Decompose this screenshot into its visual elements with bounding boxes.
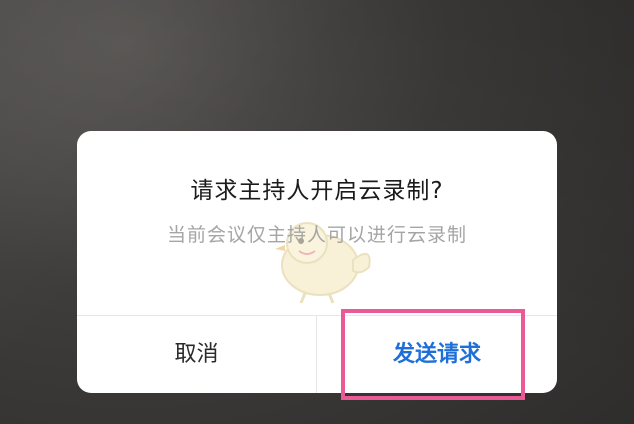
dialog-message: 当前会议仅主持人可以进行云录制 — [166, 224, 467, 246]
dialog-title: 请求主持人开启云录制? — [190, 178, 444, 204]
cancel-button[interactable]: 取消 — [77, 316, 316, 393]
highlight-annotation-box — [341, 309, 525, 400]
